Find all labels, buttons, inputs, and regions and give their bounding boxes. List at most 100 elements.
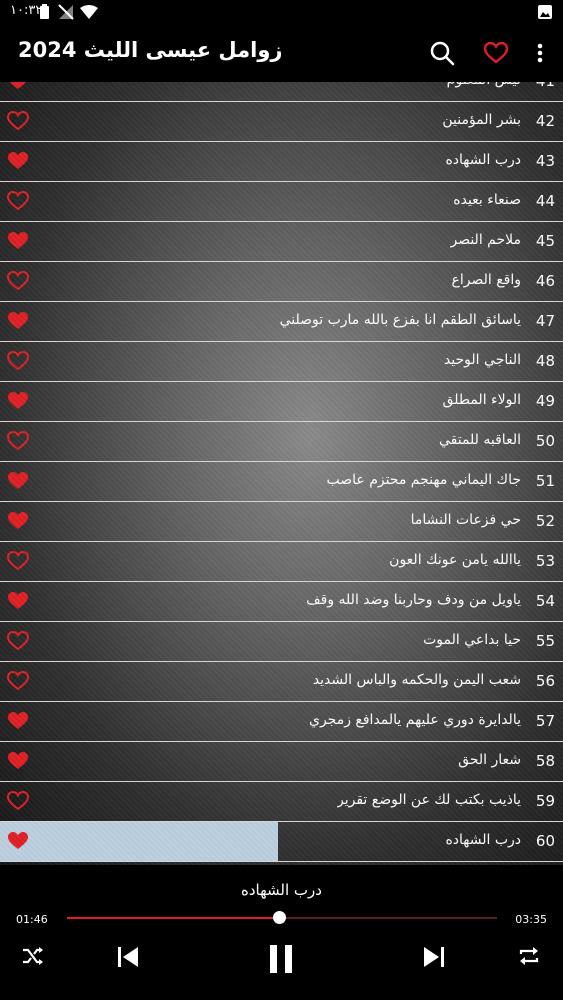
heart-filled-icon[interactable] — [7, 471, 29, 491]
track-title: العاقبه للمتقي — [438, 432, 521, 448]
track-number: 60 — [535, 832, 555, 850]
heart-filled-icon[interactable] — [7, 151, 29, 171]
heart-outline-icon[interactable] — [6, 190, 30, 211]
track-row[interactable]: درب الشهاده 43 — [0, 142, 563, 182]
track-number: 46 — [535, 272, 555, 290]
track-title: ياذيب بكتب لك عن الوضع تقرير — [336, 792, 521, 808]
heart-filled-icon[interactable] — [7, 231, 29, 251]
track-row[interactable]: يالدايرة دوري عليهم يالمدافع زمجري 57 — [0, 702, 563, 742]
track-number: 58 — [535, 752, 555, 770]
heart-outline-icon[interactable] — [6, 550, 30, 571]
seek-handle[interactable] — [273, 911, 286, 924]
shuffle-icon[interactable] — [20, 943, 46, 969]
track-number: 43 — [535, 152, 555, 170]
more-vert-icon[interactable] — [525, 38, 555, 68]
track-list[interactable]: ليش المعلوم 41 بشر المؤمنين 42 درب الشهاده 43… — [0, 82, 563, 865]
track-number: 45 — [535, 232, 555, 250]
repeat-icon[interactable] — [516, 943, 542, 969]
seek-bar[interactable] — [67, 911, 497, 924]
track-row[interactable]: ياالله يامن عونك العون 53 — [0, 542, 563, 582]
track-number: 49 — [535, 392, 555, 410]
status-bar: ١٠:٣٢ — [0, 0, 563, 24]
track-row[interactable]: ياذيب بكتب لك عن الوضع تقرير 59 — [0, 782, 563, 822]
track-row[interactable]: شعار الحق 58 — [0, 742, 563, 782]
track-row[interactable]: ملاحم النصر 45 — [0, 222, 563, 262]
heart-outline-icon[interactable] — [6, 350, 30, 371]
track-row[interactable]: واقع الصراع 46 — [0, 262, 563, 302]
track-title: ليش المعلوم — [447, 82, 521, 88]
track-number: 44 — [535, 192, 555, 210]
search-icon[interactable] — [427, 38, 457, 68]
wifi-icon — [80, 4, 98, 23]
track-number: 59 — [535, 792, 555, 810]
track-row[interactable]: ياويل من ودف وحاربنا وضد الله وقف 54 — [0, 582, 563, 622]
track-row[interactable]: جاك اليماني مهنجم محتزم عاصب 51 — [0, 462, 563, 502]
track-title: ياويل من ودف وحاربنا وضد الله وقف — [306, 592, 521, 608]
image-notification-icon — [538, 4, 552, 23]
track-row[interactable]: العاقبه للمتقي 50 — [0, 422, 563, 462]
track-title: يالدايرة دوري عليهم يالمدافع زمجري — [308, 712, 521, 728]
pause-icon[interactable] — [266, 943, 296, 975]
track-number: 51 — [535, 472, 555, 490]
heart-filled-icon[interactable] — [7, 711, 29, 731]
track-number: 52 — [535, 512, 555, 530]
track-title: واقع الصراع — [451, 272, 521, 288]
track-number: 53 — [535, 552, 555, 570]
heart-outline-icon[interactable] — [6, 270, 30, 291]
track-row[interactable]: حيا بداعي الموت 55 — [0, 622, 563, 662]
track-row[interactable]: درب الشهاده 60 — [0, 822, 563, 862]
track-title: شعب اليمن والحكمه والباس الشديد — [312, 672, 521, 688]
track-title: بشر المؤمنين — [442, 112, 521, 128]
heart-filled-icon[interactable] — [7, 82, 29, 91]
track-row[interactable]: بشر المؤمنين 42 — [0, 102, 563, 142]
track-title: ياسائق الطقم انا بفزع بالله مارب توصلني — [279, 312, 521, 328]
track-title: حيا بداعي الموت — [423, 632, 521, 648]
player-bar: درب الشهاده 01:46 03:35 — [0, 865, 563, 1000]
heart-outline-icon[interactable] — [6, 790, 30, 811]
track-number: 56 — [535, 672, 555, 690]
heart-filled-icon[interactable] — [7, 591, 29, 611]
track-row[interactable]: الولاء المطلق 49 — [0, 382, 563, 422]
battery-icon — [40, 4, 49, 23]
status-time: ١٠:٣٢ — [10, 3, 43, 18]
heart-outline-icon[interactable] — [6, 670, 30, 691]
track-title: حي فزعات النشاما — [410, 512, 521, 528]
track-row[interactable]: الناجي الوحيد 48 — [0, 342, 563, 382]
seek-progress — [67, 917, 279, 919]
current-time: 01:46 — [16, 913, 48, 926]
heart-outline-icon[interactable] — [6, 630, 30, 651]
track-number: 48 — [535, 352, 555, 370]
track-number: 47 — [535, 312, 555, 330]
track-title: الناجي الوحيد — [443, 352, 521, 368]
track-title: شعار الحق — [458, 752, 521, 768]
track-number: 50 — [535, 432, 555, 450]
skip-next-icon[interactable] — [420, 943, 448, 971]
heart-outline-icon[interactable] — [6, 430, 30, 451]
heart-filled-icon[interactable] — [7, 751, 29, 771]
track-row[interactable]: ليش المعلوم 41 — [0, 82, 563, 102]
favorites-heart-icon[interactable] — [481, 38, 511, 68]
total-time: 03:35 — [515, 913, 547, 926]
track-title: ملاحم النصر — [450, 232, 521, 248]
track-title: الولاء المطلق — [442, 392, 521, 408]
track-number: 42 — [535, 112, 555, 130]
heart-filled-icon[interactable] — [7, 831, 29, 851]
track-number: 55 — [535, 632, 555, 650]
skip-previous-icon[interactable] — [114, 943, 142, 971]
track-row[interactable]: شعب اليمن والحكمه والباس الشديد 56 — [0, 662, 563, 702]
track-row[interactable]: ياسائق الطقم انا بفزع بالله مارب توصلني 4… — [0, 302, 563, 342]
heart-filled-icon[interactable] — [7, 311, 29, 331]
track-number: 41 — [525, 82, 555, 90]
track-title: ياالله يامن عونك العون — [389, 552, 521, 568]
track-row[interactable]: حي فزعات النشاما 52 — [0, 502, 563, 542]
track-title: درب الشهاده — [445, 832, 521, 848]
track-number: 54 — [535, 592, 555, 610]
heart-filled-icon[interactable] — [7, 511, 29, 531]
track-title: درب الشهاده — [445, 152, 521, 168]
track-row[interactable]: صنعاء بعيده 44 — [0, 182, 563, 222]
heart-filled-icon[interactable] — [7, 391, 29, 411]
track-number: 57 — [535, 712, 555, 730]
heart-outline-icon[interactable] — [6, 110, 30, 131]
now-playing-title: درب الشهاده — [241, 881, 322, 899]
app-bar: زوامل عيسى الليث 2024 — [0, 24, 563, 82]
